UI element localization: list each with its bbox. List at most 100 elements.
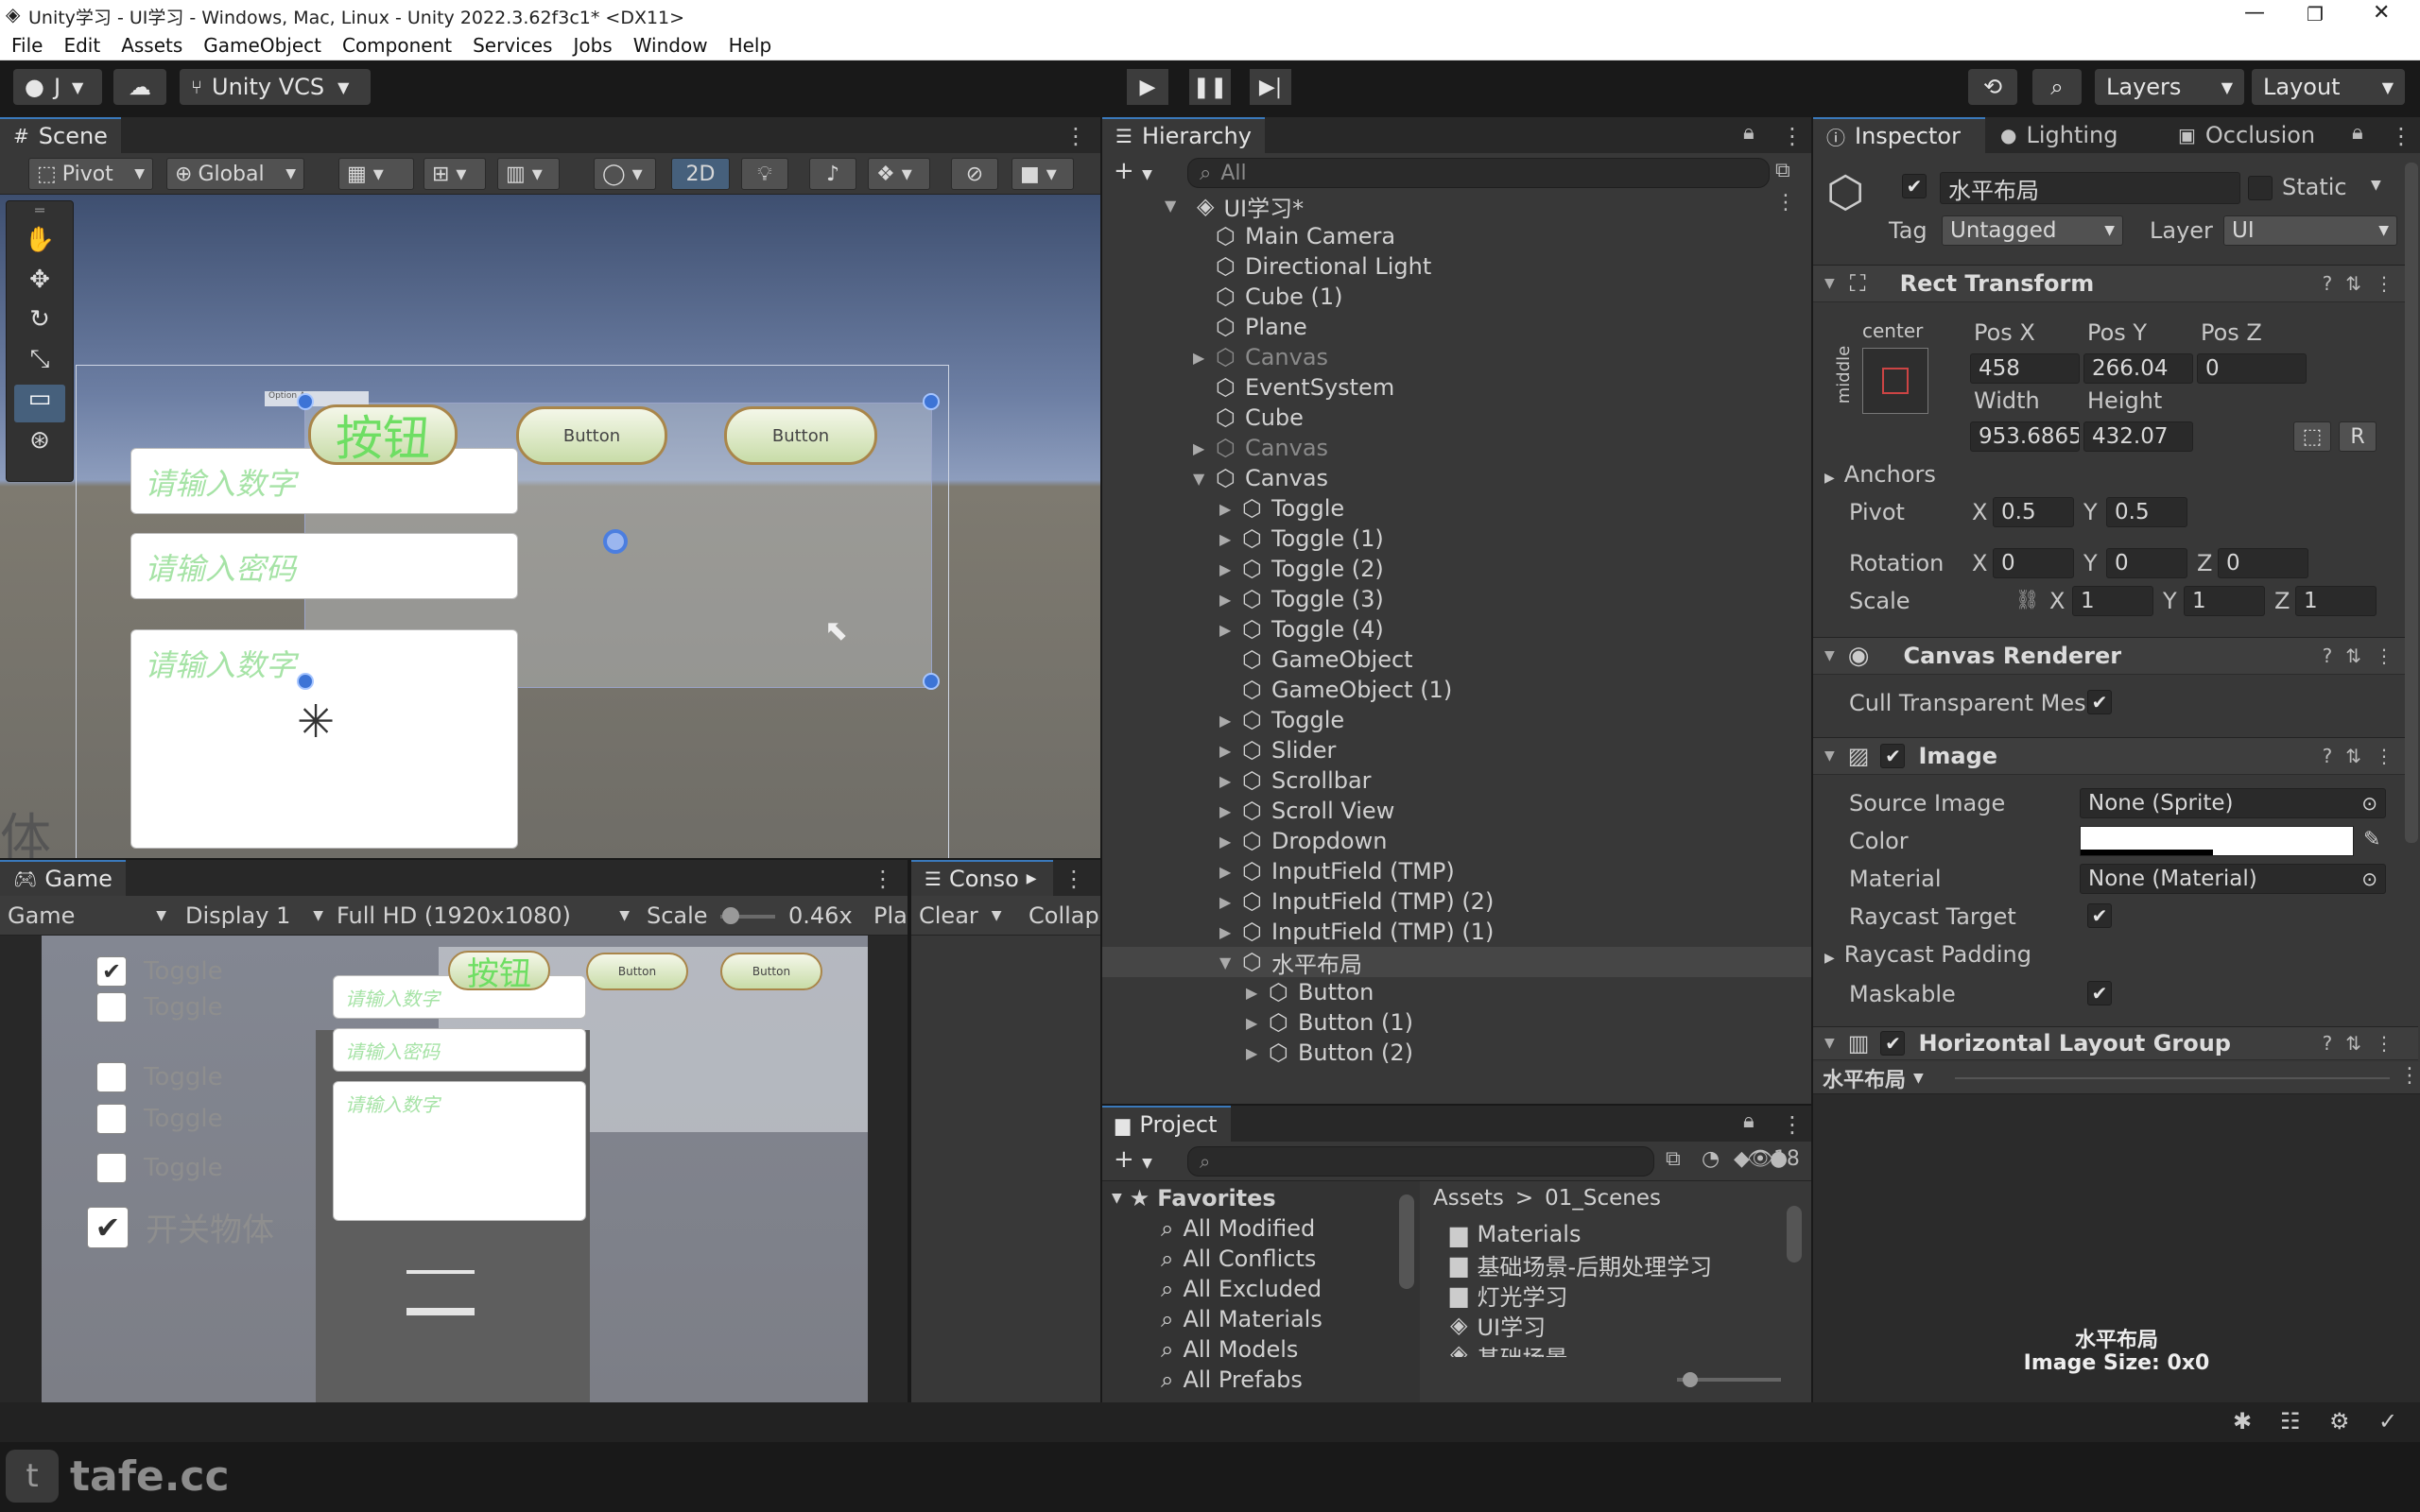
scale-z-field[interactable]: 1 [2295,586,2377,616]
chevron-down-icon[interactable]: ▼ [1165,197,1176,215]
favorite-item[interactable]: ⌕ All Prefabs [1161,1365,1303,1395]
chevron-right-icon[interactable]: ▶ [1219,923,1231,941]
game-toggle-2[interactable]: Toggle [96,992,223,1022]
layer-dropdown[interactable]: UI ▼ [2223,215,2397,246]
game-switch-toggle[interactable]: ✔ 开关物体 [87,1204,274,1250]
chevron-down-icon[interactable]: ▼ [1193,470,1204,488]
favorite-item[interactable]: ⌕ All Modified [1161,1213,1315,1244]
hierarchy-item[interactable]: ▶ ⬡ Canvas [1102,433,1811,463]
image-enabled-checkbox[interactable]: ✔ [1880,744,1906,768]
chevron-right-icon[interactable]: ▶ [1219,802,1231,820]
hierarchy-item[interactable]: ▶ ⬡ Dropdown [1102,826,1811,856]
add-button[interactable]: + ▼ [1114,157,1152,185]
layout-dropdown[interactable]: Layout ▼ [2252,69,2405,105]
more-icon[interactable]: ⋮ [2390,123,2412,149]
horizontal-layout-group-header[interactable]: ▼ ▥ ✔ Horizontal Layout Group ?⇅⋮ [1813,1026,2418,1060]
hierarchy-item[interactable]: ▶ ⬡ InputField (TMP) [1102,856,1811,886]
chevron-right-icon[interactable]: ▶ [1193,349,1204,367]
assets-scrollbar[interactable] [1787,1206,1802,1263]
chevron-right-icon[interactable]: ▶ [1219,530,1231,548]
chevron-right-icon[interactable]: ▶ [1219,742,1231,760]
add-button[interactable]: + ▼ [1114,1145,1152,1174]
check-icon[interactable]: ✓ [2378,1408,2397,1435]
hierarchy-item[interactable]: ▶ ⬡ Toggle [1102,705,1811,735]
visibility-toggle[interactable]: ⊘ [951,158,998,190]
chevron-right-icon[interactable]: ▶ [1219,591,1231,609]
cloud-button[interactable]: ☁ [113,69,166,105]
chevron-right-icon[interactable]: ▶ [1193,439,1204,457]
favorite-item[interactable]: ⌕ All Materials [1161,1304,1322,1334]
hierarchy-item[interactable]: ▶ ⬡ Slider [1102,735,1811,765]
scale-y-field[interactable]: 1 [2184,586,2265,616]
layers-dropdown[interactable]: Layers ▼ [2095,69,2244,105]
menu-component[interactable]: Component [342,34,452,57]
active-checkbox[interactable]: ✔ [1902,174,1927,198]
maskable-checkbox[interactable]: ✔ [2087,981,2112,1005]
scene-viewport[interactable]: 请输入数字 请输入密码 请输入数字 Option A 按钮 Button But… [0,195,1100,858]
blueprint-button[interactable]: ⬚ [2293,421,2331,452]
account-button[interactable]: ● J ▼ [13,69,102,105]
menu-jobs[interactable]: Jobs [573,34,612,57]
menu-help[interactable]: Help [729,34,772,57]
pos-x-field[interactable]: 458 [1970,353,2080,384]
more-icon[interactable]: ⋮ [1781,1111,1804,1138]
rotate-tool-icon[interactable]: ↻ [16,305,63,341]
lock-icon[interactable]: 🔒︎ [1743,121,1754,145]
camera-button[interactable]: ■ ▾ [1011,158,1074,190]
scale-tool-icon[interactable]: ⤡ [16,345,63,381]
component-actions-icon[interactable]: ?⇅⋮ [2323,272,2407,295]
pivot-dropdown[interactable]: ⬚ Pivot ▼ [28,158,153,190]
snap-increment-button[interactable]: ⊞ ▾ [424,158,486,190]
chevron-down-icon[interactable]: ▼ [1219,954,1231,971]
hierarchy-item[interactable]: ▶ ⬡ Toggle (1) [1102,524,1811,554]
tab-game[interactable]: 🎮︎ Game [0,860,126,896]
hierarchy-item[interactable]: ▶ ⬡ Toggle [1102,493,1811,524]
preview-dropdown[interactable]: 水平布局 ▼ [1823,1064,1924,1092]
constrain-link-icon[interactable]: ⛓ [2015,588,2039,610]
menu-window[interactable]: Window [633,34,708,57]
more-icon[interactable]: ⋮ [872,866,894,892]
game-button-big[interactable]: 按钮 [448,951,550,993]
collapse-button[interactable]: Collap [1028,900,1099,932]
hierarchy-item[interactable]: ⬡ Cube [1102,403,1811,433]
hierarchy-search[interactable]: ⌕ All [1187,158,1770,188]
canvas-renderer-header[interactable]: ▼ ◉ Canvas Renderer ?⇅⋮ [1813,637,2418,675]
material-field[interactable]: None (Material) ⊙ [2080,864,2386,894]
tab-occlusion[interactable]: ▣ Occlusion [2165,117,2328,153]
rot-z-field[interactable]: 0 [2218,548,2308,578]
game-slider[interactable] [406,1270,475,1274]
hierarchy-item[interactable]: ▶ ⬡ InputField (TMP) (2) [1102,886,1811,917]
hierarchy-item[interactable]: ▶ ⬡ InputField (TMP) (1) [1102,917,1811,947]
pivot-x-field[interactable]: 0.5 [1993,497,2074,527]
anchor-preset-button[interactable] [1862,348,1928,414]
transform-tool-icon[interactable]: ⊛ [16,426,63,462]
raycast-target-checkbox[interactable]: ✔ [2087,903,2112,928]
checkbox[interactable] [96,1153,127,1183]
clear-button[interactable]: Clear ▼ [919,900,1002,932]
hierarchy-item[interactable]: ⬡ Main Camera [1102,221,1811,251]
favorite-item[interactable]: ⌕ All Conflicts [1161,1244,1316,1274]
menu-gameobject[interactable]: GameObject [203,34,321,57]
hierarchy-item[interactable]: ⬡ GameObject [1102,644,1811,675]
project-search[interactable]: ⌕ [1187,1146,1654,1177]
checkbox[interactable] [96,1104,127,1134]
gameobject-name-field[interactable]: 水平布局 [1940,172,2240,204]
game-button-1[interactable]: Button [586,953,688,990]
hierarchy-item[interactable]: ▶ ⬡ Button (1) [1102,1007,1811,1038]
scene-visibility-icon[interactable]: ⧉ [1775,159,1790,182]
shading-mode-button[interactable]: ◯ ▾ [594,158,656,190]
hierarchy-scene-row[interactable]: ▼ ◈ UI学习* ⋮ [1102,191,1811,222]
pivot-y-field[interactable]: 0.5 [2106,497,2187,527]
move-tool-icon[interactable]: ✥ [16,266,63,301]
hierarchy-item[interactable]: ▼ ⬡ Canvas [1102,463,1811,493]
tag-dropdown[interactable]: Untagged ▼ [1942,215,2123,246]
chevron-right-icon[interactable]: ▶ [1219,621,1231,639]
hierarchy-item[interactable]: ▶ ⬡ Button [1102,977,1811,1007]
game-input-area[interactable]: 请输入数字 [333,1081,586,1221]
more-icon[interactable]: ⋮ [1781,123,1804,149]
restore-icon[interactable]: ❐ [2307,3,2324,26]
chevron-down-icon[interactable]: ▼ [2371,178,2381,193]
scale-x-field[interactable]: 1 [2072,586,2153,616]
hierarchy-item[interactable]: ⬡ Directional Light [1102,251,1811,282]
handle-bottom-right[interactable] [923,673,940,690]
